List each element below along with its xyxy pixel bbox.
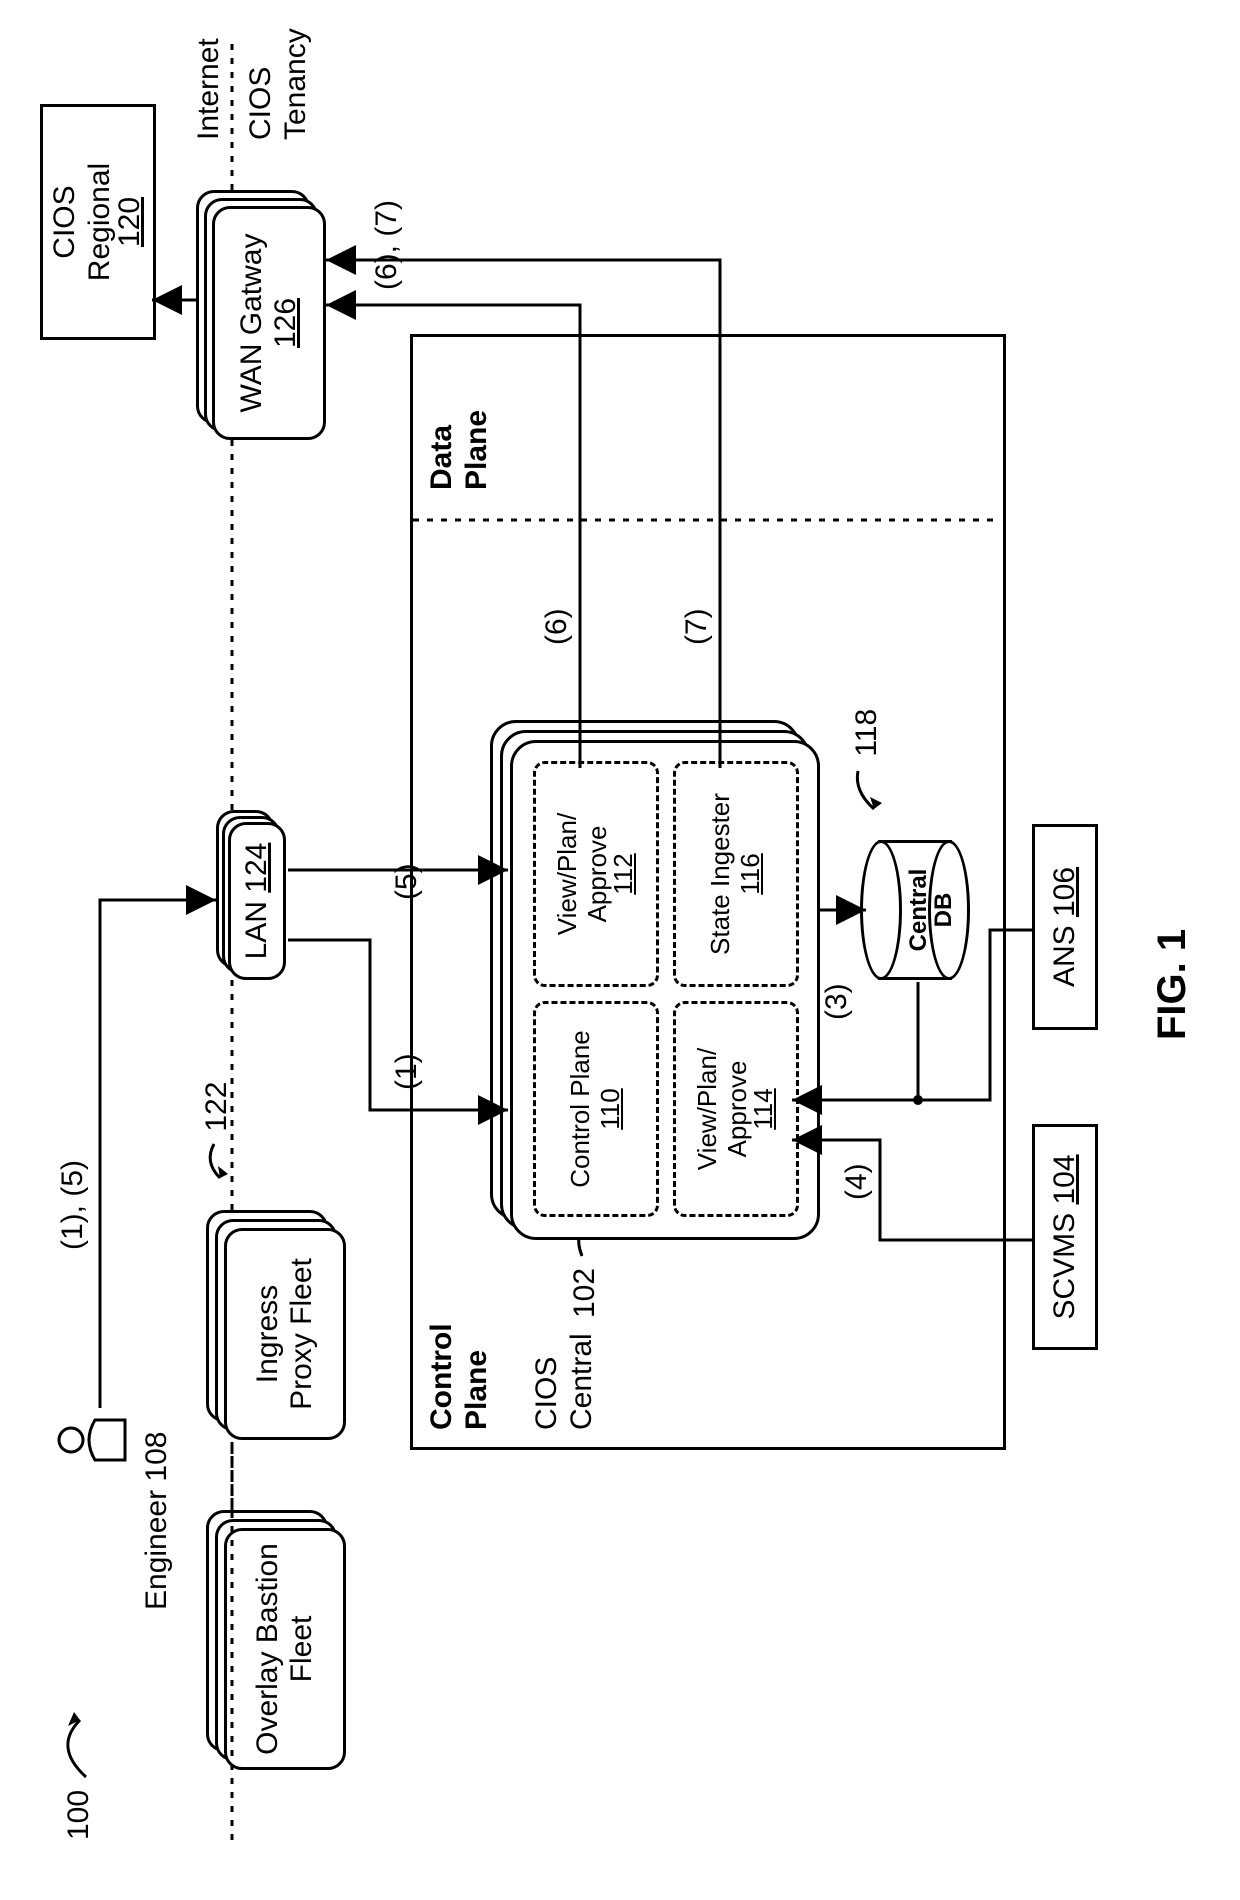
scvms-box: SCVMS 104 (1032, 1124, 1098, 1350)
ans-label: ANS (1048, 925, 1081, 987)
data-plane-label: DataPlane (425, 410, 494, 490)
central-db-label: CentralDB (906, 840, 956, 980)
overlay-bastion-label: Overlay BastionFleet (251, 1543, 320, 1755)
ingress-proxy-label: IngressProxy Fleet (251, 1258, 320, 1410)
central-db-ref: 118 (850, 709, 885, 815)
cios-regional: CIOSRegional 120 (40, 104, 156, 340)
vpa2-ref: 114 (748, 1088, 778, 1129)
edge-6-7: (6), (7) (370, 200, 405, 290)
scvms-label: SCVMS (1048, 1213, 1081, 1320)
central-db: CentralDB (860, 840, 970, 980)
control-plane-box: Control Plane 110 (533, 1001, 659, 1217)
edge-5: (5) (390, 863, 425, 900)
vpa1-label: View/Plan/Approve (552, 813, 612, 935)
engineer-icon (55, 1410, 140, 1470)
wan-ref: 126 (269, 298, 304, 348)
ans-box: ANS 106 (1032, 824, 1098, 1030)
cios-regional-label: CIOSRegional (48, 163, 116, 281)
lan-ref: 124 (240, 843, 273, 893)
wan-gateway: WAN Gatway 126 (196, 190, 326, 440)
edge-7: (7) (680, 608, 715, 645)
lan-label: LAN (240, 901, 273, 959)
figure-ref: 100 (58, 1712, 98, 1840)
diagram-stage: 100 Engineer 108 Overlay BastionFleet In… (0, 0, 1240, 1900)
cios-central-label: CIOSCentral (530, 1333, 599, 1430)
control-plane-box-label: Control Plane (566, 1030, 596, 1188)
ans-ref: 106 (1048, 867, 1081, 917)
wan-label: WAN Gatway (235, 234, 270, 413)
control-plane-label: ControlPlane (425, 1323, 494, 1430)
vpa-112-box: View/Plan/Approve 112 (533, 761, 659, 987)
ingress-proxy-fleet: IngressProxy Fleet (206, 1210, 346, 1440)
vpa-114-box: View/Plan/Approve 114 (673, 1001, 799, 1217)
internet-label: Internet (192, 38, 227, 140)
edge-3: (3) (820, 983, 855, 1020)
state-ingester-box: State Ingester 116 (673, 761, 799, 987)
vpa1-ref: 112 (608, 853, 638, 894)
control-plane-box-ref: 110 (596, 1088, 626, 1129)
lan-box: LAN 124 (216, 810, 286, 980)
edge-6: (6) (540, 608, 575, 645)
cios-central-stack: Control Plane 110 View/Plan/Approve 112 … (490, 720, 820, 1240)
figure-caption: FIG. 1 (1150, 929, 1195, 1040)
vpa2-label: View/Plan/Approve (692, 1048, 752, 1170)
overlay-bastion-fleet: Overlay BastionFleet (206, 1510, 346, 1770)
state-ingester-label: State Ingester (706, 793, 736, 955)
tenancy-label: CIOSTenancy (244, 28, 313, 140)
edge-4: (4) (840, 1163, 875, 1200)
edge-1: (1) (390, 1053, 425, 1090)
cios-regional-ref: 120 (113, 197, 146, 247)
state-ingester-ref: 116 (736, 853, 766, 894)
edge-1-5: (1), (5) (56, 1160, 91, 1250)
engineer-label: Engineer 108 (140, 1432, 175, 1610)
ingress-proxy-ref: 122 (200, 1082, 235, 1184)
scvms-ref: 104 (1048, 1154, 1081, 1204)
